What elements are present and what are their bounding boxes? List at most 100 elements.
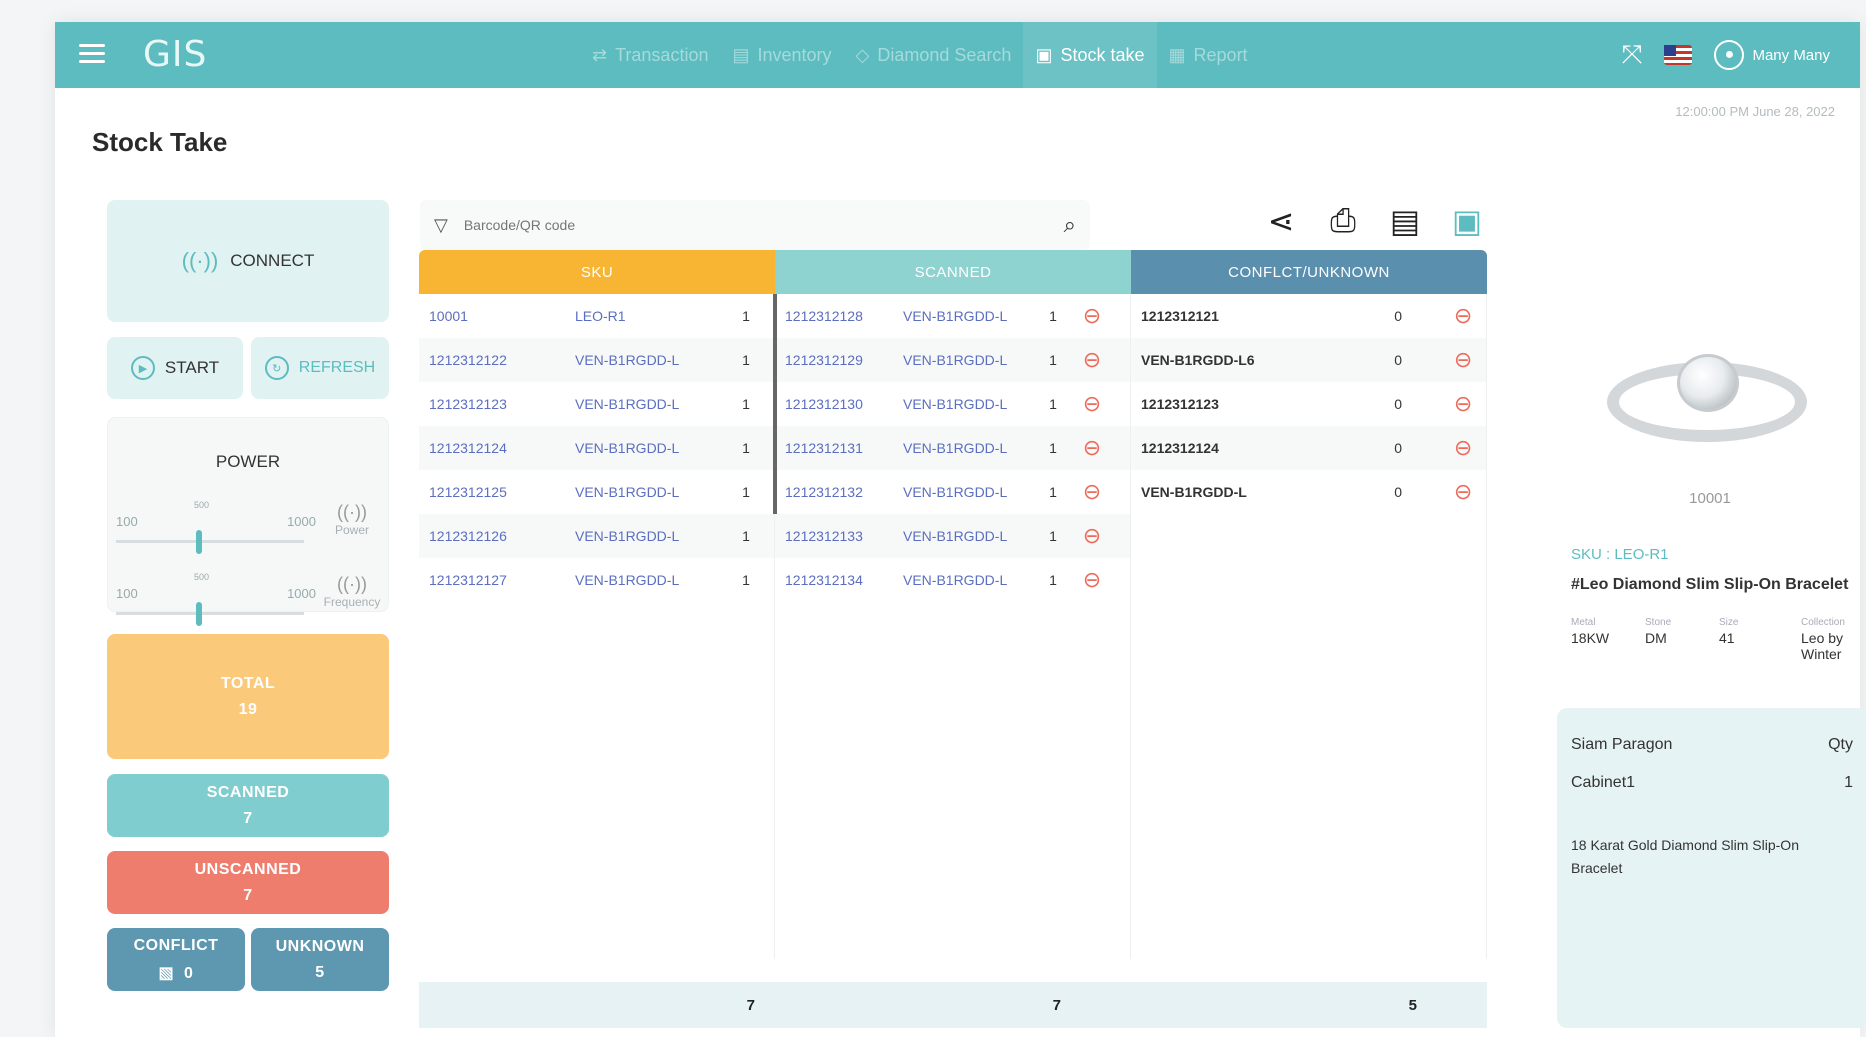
power-title: POWER xyxy=(215,452,281,471)
connect-button[interactable]: ((·)) CONNECT xyxy=(107,200,389,322)
table-row[interactable]: 1212312126 VEN-B1RGDD-L 1 xyxy=(419,514,774,558)
clipboard-icon[interactable]: ▤ xyxy=(1387,202,1423,240)
power-slider[interactable]: 100 500 1000 xyxy=(116,492,316,554)
share-icon[interactable]: ⋖ xyxy=(1263,202,1299,240)
product-name: #Leo Diamond Slim Slip-On Bracelet xyxy=(1571,576,1849,593)
barcode-search-input[interactable] xyxy=(463,217,1064,233)
table-row[interactable]: 1212312125 VEN-B1RGDD-L 1 xyxy=(419,470,774,514)
remove-icon[interactable]: ⊖ xyxy=(1450,479,1476,505)
nav-report[interactable]: ▦ Report xyxy=(1157,22,1260,88)
nav-diamond-search[interactable]: ◇ Diamond Search xyxy=(844,22,1024,88)
location-card: Siam Paragon Qty Cabinet1 1 18 Karat Gol… xyxy=(1557,708,1866,1028)
nav-transaction[interactable]: ⇄ Transaction xyxy=(580,22,720,88)
row-code: 1212312134 xyxy=(785,572,863,588)
remove-icon[interactable]: ⊖ xyxy=(1450,391,1476,417)
row-qty: 1 xyxy=(1049,396,1057,412)
print-icon[interactable]: ⎙ xyxy=(1325,202,1361,240)
us-flag-icon[interactable] xyxy=(1664,45,1693,65)
total-label: TOTAL xyxy=(220,674,276,692)
sku-column-header: SKU xyxy=(419,250,775,294)
row-code: 1212312129 xyxy=(785,352,863,368)
row-qty: 1 xyxy=(742,308,750,324)
remove-icon[interactable]: ⊖ xyxy=(1079,567,1105,593)
remove-icon[interactable]: ⊖ xyxy=(1079,435,1105,461)
row-code: 1212312126 xyxy=(429,528,507,544)
remove-icon[interactable]: ⊖ xyxy=(1079,391,1105,417)
table-row[interactable]: 1212312129 VEN-B1RGDD-L 1 ⊖ xyxy=(775,338,1130,382)
table-row[interactable]: 1212312123 0 ⊖ xyxy=(1131,382,1486,426)
conflict-card[interactable]: CONFLICT ▧ 0 xyxy=(107,928,245,991)
frequency-signal-label: ((·)) Frequency xyxy=(322,574,382,609)
slider-max: 1000 xyxy=(287,514,316,529)
filter-icon[interactable]: ▽ xyxy=(434,215,448,236)
table-row[interactable]: 1212312133 VEN-B1RGDD-L 1 ⊖ xyxy=(775,514,1130,558)
table-body: 10001 LEO-R1 1 1212312122 VEN-B1RGDD-L 1 121… xyxy=(419,294,1487,959)
row-qty: 0 xyxy=(1394,396,1403,412)
start-button[interactable]: ▶ START xyxy=(107,337,243,399)
scanned-card[interactable]: SCANNED 7 xyxy=(107,774,389,837)
table-row[interactable]: 1212312122 VEN-B1RGDD-L 1 xyxy=(419,338,774,382)
main-nav: ⇄ Transaction ▤ Inventory ◇ Diamond Sear… xyxy=(580,22,1260,88)
table-row[interactable]: 1212312124 0 ⊖ xyxy=(1131,426,1486,470)
refresh-button[interactable]: ↻ REFRESH xyxy=(251,337,389,399)
save-icon[interactable]: ▣ xyxy=(1449,202,1485,240)
remove-icon[interactable]: ⊖ xyxy=(1450,303,1476,329)
location-header: Siam Paragon Qty xyxy=(1571,736,1853,754)
column-scrollbar[interactable] xyxy=(773,294,777,514)
row-code: 1212312130 xyxy=(785,396,863,412)
table-row[interactable]: 1212312134 VEN-B1RGDD-L 1 ⊖ xyxy=(775,558,1130,602)
slider-thumb[interactable] xyxy=(196,602,202,626)
remove-icon[interactable]: ⊖ xyxy=(1079,523,1105,549)
table-row[interactable]: 1212312128 VEN-B1RGDD-L 1 ⊖ xyxy=(775,294,1130,338)
conflict-label: CONFLICT xyxy=(133,936,219,954)
total-card[interactable]: TOTAL 19 xyxy=(107,634,389,759)
scanned-column: 1212312128 VEN-B1RGDD-L 1 ⊖ 1212312129 VEN-B… xyxy=(775,294,1131,959)
remove-icon[interactable]: ⊖ xyxy=(1450,347,1476,373)
row-sku: VEN-B1RGDD-L xyxy=(903,484,1008,500)
fullscreen-icon[interactable]: ⤧ xyxy=(1622,39,1643,71)
remove-icon[interactable]: ⊖ xyxy=(1079,303,1105,329)
table-row[interactable]: VEN-B1RGDD-L6 0 ⊖ xyxy=(1131,338,1486,382)
table-row[interactable]: 1212312121 0 ⊖ xyxy=(1131,294,1486,338)
search-icon[interactable]: ⌕ xyxy=(1064,212,1076,238)
row-code: 1212312132 xyxy=(785,484,863,500)
unscanned-card[interactable]: UNSCANNED 7 xyxy=(107,851,389,914)
product-image-card: 10001 xyxy=(1575,287,1845,525)
ring-stone xyxy=(1677,354,1739,412)
report-icon: ▦ xyxy=(1168,44,1186,65)
diamond-icon: ◇ xyxy=(855,44,870,65)
row-qty: 0 xyxy=(1394,440,1403,456)
remove-icon[interactable]: ⊖ xyxy=(1450,435,1476,461)
attr-collection: Collection Leo by Winter xyxy=(1801,617,1866,662)
table-row[interactable]: VEN-B1RGDD-L 0 ⊖ xyxy=(1131,470,1486,514)
connect-label: CONNECT xyxy=(230,251,315,270)
table-row[interactable]: 1212312127 VEN-B1RGDD-L 1 xyxy=(419,558,774,602)
unknown-value: 5 xyxy=(315,963,325,981)
unknown-card[interactable]: UNKNOWN 5 xyxy=(251,928,389,991)
table-row[interactable]: 10001 LEO-R1 1 xyxy=(419,294,774,338)
user-menu[interactable]: ● Many Many xyxy=(1714,40,1830,70)
attr-value: 41 xyxy=(1719,630,1735,646)
slider-max: 1000 xyxy=(287,586,316,601)
nav-stock-take[interactable]: ▣ Stock take xyxy=(1023,22,1157,88)
row-qty: 1 xyxy=(742,484,750,500)
frequency-slider[interactable]: 100 500 1000 xyxy=(116,564,316,626)
table-row[interactable]: 1212312132 VEN-B1RGDD-L 1 ⊖ xyxy=(775,470,1130,514)
nav-inventory[interactable]: ▤ Inventory xyxy=(720,22,843,88)
table-row[interactable]: 1212312131 VEN-B1RGDD-L 1 ⊖ xyxy=(775,426,1130,470)
table-row[interactable]: 1212312124 VEN-B1RGDD-L 1 xyxy=(419,426,774,470)
row-code: VEN-B1RGDD-L xyxy=(1141,484,1247,500)
slider-thumb[interactable] xyxy=(196,530,202,554)
top-bar: GIS ⇄ Transaction ▤ Inventory ◇ Diamond … xyxy=(55,22,1860,88)
row-sku: VEN-B1RGDD-L xyxy=(903,440,1008,456)
remove-icon[interactable]: ⊖ xyxy=(1079,479,1105,505)
table-footer: 7 7 5 xyxy=(419,982,1487,1028)
row-qty: 1 xyxy=(742,528,750,544)
stock-table: SKU SCANNED CONFLCT/UNKNOWN 10001 LEO-R1 1… xyxy=(419,250,1487,959)
table-row[interactable]: 1212312130 VEN-B1RGDD-L 1 ⊖ xyxy=(775,382,1130,426)
table-row[interactable]: 1212312123 VEN-B1RGDD-L 1 xyxy=(419,382,774,426)
remove-icon[interactable]: ⊖ xyxy=(1079,347,1105,373)
hamburger-menu-icon[interactable] xyxy=(79,44,105,64)
slider-min: 100 xyxy=(116,586,138,601)
row-sku: VEN-B1RGDD-L xyxy=(903,308,1008,324)
